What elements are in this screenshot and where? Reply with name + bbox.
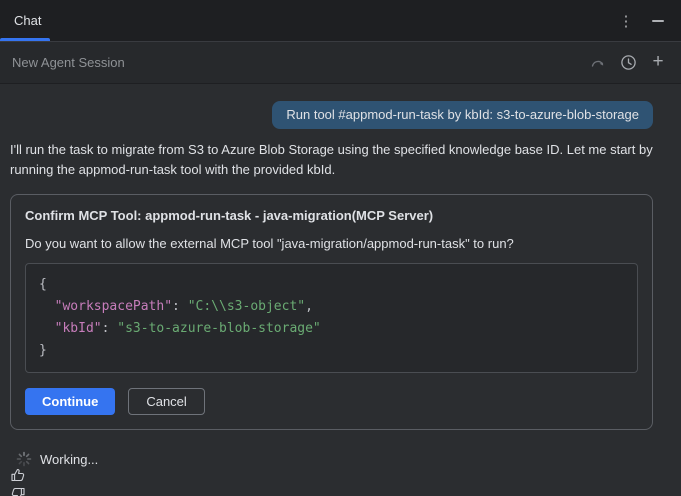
mcp-confirm-card: Confirm MCP Tool: appmod-run-task - java… [10, 194, 653, 430]
thumbs-up-button[interactable] [10, 467, 671, 486]
json-line-kbid: "kbId": "s3-to-azure-blob-storage" [39, 321, 321, 336]
chat-tool-window: Chat ⋮ New Agent Session [0, 0, 681, 496]
feedback-row [10, 467, 671, 496]
thumbs-up-icon [10, 467, 26, 483]
json-colon: : [172, 299, 188, 314]
status-text: Working... [40, 452, 98, 467]
tool-window-tab-bar: Chat ⋮ [0, 0, 681, 42]
tab-bar-actions: ⋮ [615, 10, 681, 32]
user-message-row: Run tool #appmod-run-task by kbId: s3-to… [10, 101, 671, 129]
minimize-icon [652, 20, 664, 22]
mcp-confirm-question: Do you want to allow the external MCP to… [25, 236, 638, 251]
session-toolbar-actions: + [587, 52, 669, 74]
json-value: "s3-to-azure-blob-storage" [117, 321, 321, 336]
curved-arrow-icon [590, 55, 606, 71]
json-value: "C:\\s3-object" [188, 299, 305, 314]
json-comma: , [305, 299, 313, 314]
json-key: "workspacePath" [55, 299, 172, 314]
plus-icon: + [652, 52, 663, 71]
confirm-buttons-row: Continue Cancel [25, 388, 638, 415]
continue-button[interactable]: Continue [25, 388, 115, 415]
tab-chat-label: Chat [14, 13, 41, 28]
restore-session-button[interactable] [587, 52, 609, 74]
active-tab-underline [0, 38, 50, 41]
cancel-button[interactable]: Cancel [128, 388, 204, 415]
spinner-icon [16, 451, 32, 467]
new-session-button[interactable]: + [647, 52, 669, 74]
json-colon: : [102, 321, 118, 336]
kebab-menu-icon: ⋮ [619, 12, 634, 30]
chat-content: Run tool #appmod-run-task by kbId: s3-to… [0, 84, 681, 496]
mcp-confirm-title: Confirm MCP Tool: appmod-run-task - java… [25, 208, 638, 223]
options-menu-button[interactable]: ⋮ [615, 10, 637, 32]
history-button[interactable] [617, 52, 639, 74]
status-row: Working... [10, 451, 671, 467]
tab-chat[interactable]: Chat [0, 0, 55, 41]
session-toolbar: New Agent Session + [0, 42, 681, 84]
json-close-brace: } [39, 343, 47, 358]
session-title: New Agent Session [12, 55, 125, 70]
assistant-message: I'll run the task to migrate from S3 to … [10, 140, 671, 180]
user-message-bubble: Run tool #appmod-run-task by kbId: s3-to… [272, 101, 653, 129]
minimize-button[interactable] [647, 10, 669, 32]
json-key: "kbId" [55, 321, 102, 336]
thumbs-down-button[interactable] [10, 486, 671, 496]
json-line-workspacepath: "workspacePath": "C:\\s3-object", [39, 299, 313, 314]
history-clock-icon [620, 54, 637, 71]
tool-arguments-code-block: { "workspacePath": "C:\\s3-object", "kbI… [25, 263, 638, 373]
json-open-brace: { [39, 277, 47, 292]
thumbs-down-icon [10, 486, 26, 496]
